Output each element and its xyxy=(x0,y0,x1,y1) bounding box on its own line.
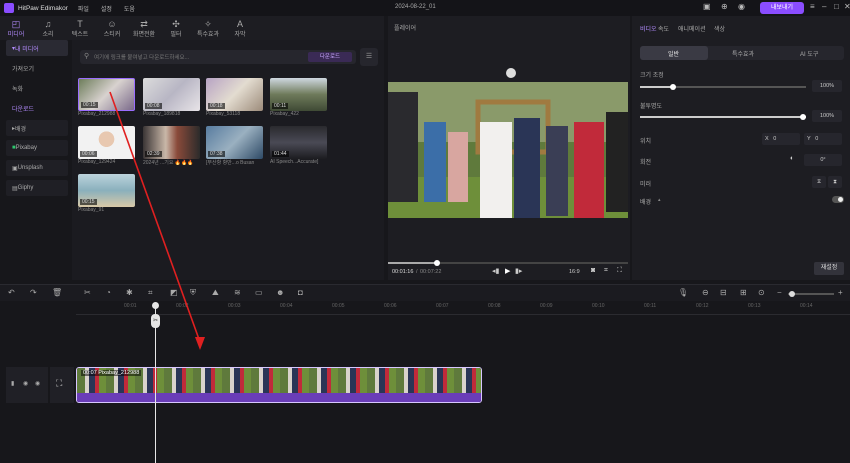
annotation-arrow xyxy=(109,91,205,350)
